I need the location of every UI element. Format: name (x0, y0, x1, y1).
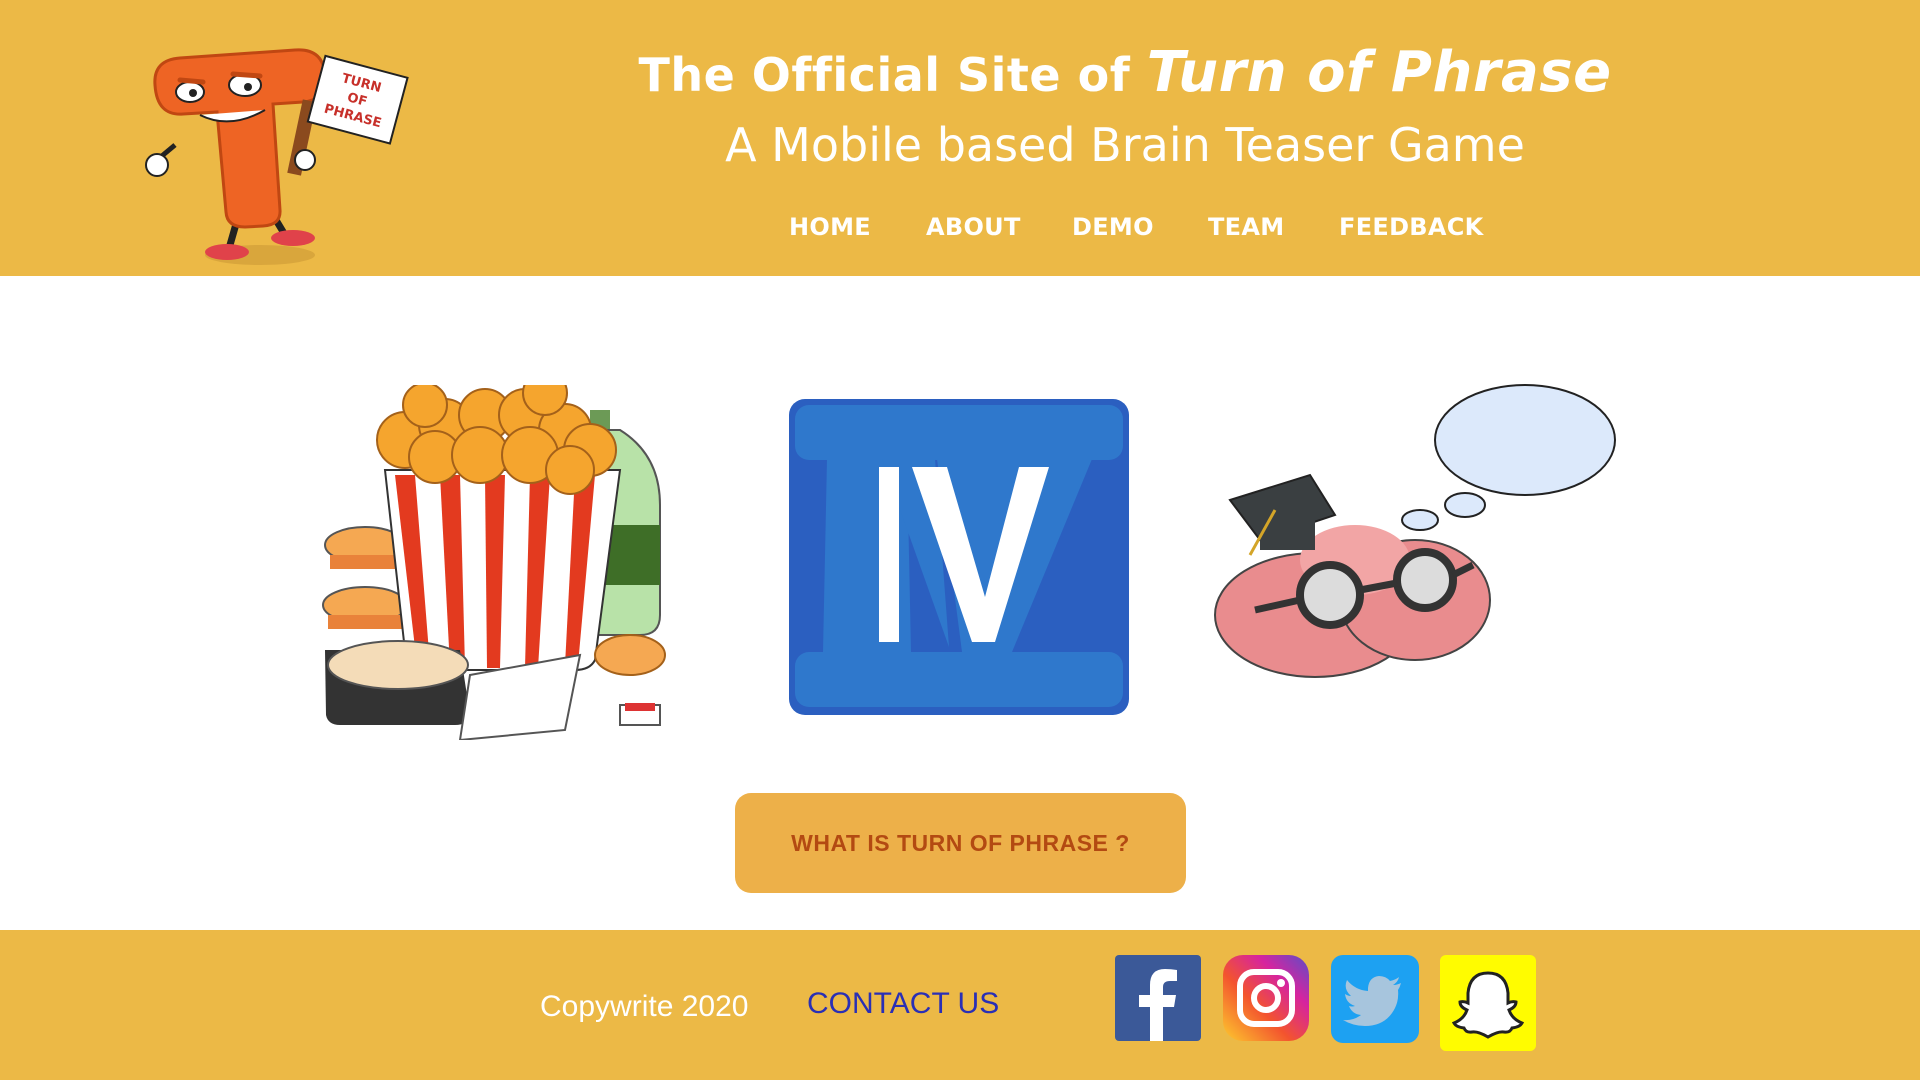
nav-home[interactable]: HOME (789, 213, 871, 241)
facebook-icon[interactable] (1115, 955, 1201, 1041)
main-nav: HOME ABOUT DEMO TEAM FEEDBACK (0, 213, 1920, 253)
copyright-text: Copywrite 2020 (540, 990, 749, 1023)
page-title: The Official Site of Turn of Phrase (560, 40, 1690, 108)
snapchat-icon[interactable] (1440, 955, 1536, 1051)
site-titles: The Official Site of Turn of Phrase A Mo… (560, 40, 1690, 180)
site-footer: Copywrite 2020 CONTACT US (0, 930, 1920, 1080)
site-header: TURN OF PHRASE The Official Site of Turn… (0, 0, 1920, 276)
nav-about[interactable]: ABOUT (926, 213, 1021, 241)
nav-team[interactable]: TEAM (1208, 213, 1284, 241)
nav-demo[interactable]: DEMO (1072, 213, 1154, 241)
instagram-icon[interactable] (1223, 955, 1309, 1041)
chicken-bucket-image (322, 385, 666, 740)
twitter-icon[interactable] (1331, 955, 1419, 1043)
thinking-brain-image (1214, 384, 1616, 678)
page-subtitle: A Mobile based Brain Teaser Game (725, 118, 1525, 172)
what-is-turn-of-phrase-button[interactable]: WHAT IS TURN OF PHRASE ? (735, 793, 1186, 893)
roman-numeral-four-image: IV (789, 399, 1129, 715)
nav-feedback[interactable]: FEEDBACK (1339, 213, 1484, 241)
title-prefix: The Official Site of (638, 48, 1147, 102)
contact-us-link[interactable]: CONTACT US (807, 987, 999, 1021)
title-game-name: Turn of Phrase (1146, 40, 1612, 105)
